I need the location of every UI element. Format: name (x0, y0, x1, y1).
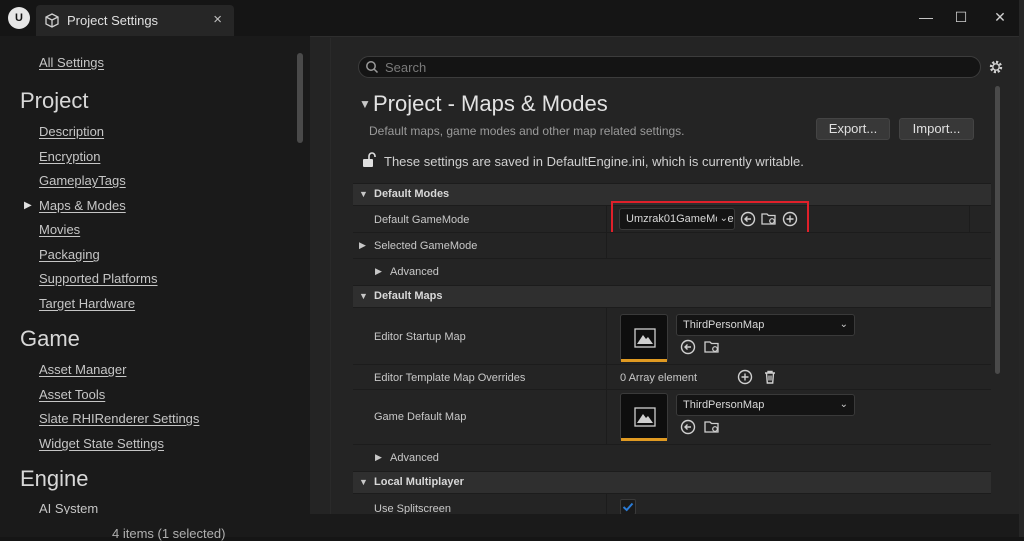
array-count: 0 Array element (620, 372, 698, 384)
property-name: Editor Startup Map (374, 331, 466, 343)
row-advanced-modes[interactable]: ▶ Advanced (353, 258, 991, 284)
category-label: Default Modes (374, 188, 450, 200)
sidebar-section-game: Game (20, 326, 80, 351)
sidebar-item-target-hardware[interactable]: Target Hardware (39, 296, 135, 311)
add-element-icon[interactable] (737, 369, 753, 385)
column-divider (606, 390, 607, 444)
map-thumbnail[interactable] (620, 314, 668, 362)
sidebar-item-gameplaytags[interactable]: GameplayTags (39, 173, 126, 188)
category-label: Default Maps (374, 290, 443, 302)
collapse-caret-icon[interactable]: ▼ (359, 97, 371, 111)
sidebar-item-maps-modes[interactable]: Maps & Modes (39, 198, 126, 213)
sidebar-item-encryption[interactable]: Encryption (39, 149, 100, 164)
tab-close-icon[interactable]: × (213, 11, 222, 28)
checkmark-icon (622, 502, 634, 512)
minimize-button[interactable]: — (916, 8, 936, 26)
asset-type-bar (621, 438, 667, 441)
settings-sidebar: All Settings Project Description Encrypt… (4, 36, 310, 516)
row-editor-startup-map: Editor Startup Map (353, 307, 991, 364)
column-divider (606, 494, 607, 514)
category-default-maps[interactable]: ▼ Default Maps (353, 285, 991, 307)
asset-type-bar (621, 359, 667, 362)
mountain-icon (634, 328, 656, 348)
use-selected-arrow-icon[interactable] (680, 419, 696, 435)
row-use-splitscreen: Use Splitscreen (353, 493, 991, 515)
sidebar-item-asset-manager[interactable]: Asset Manager (39, 362, 126, 377)
highlight-box (611, 201, 809, 236)
chevron-right-icon: ▶ (375, 452, 382, 462)
sidebar-scrollbar[interactable] (297, 53, 303, 143)
property-name: Selected GameMode (374, 240, 478, 252)
startup-map-value: ThirdPersonMap (683, 319, 765, 331)
export-button[interactable]: Export... (816, 118, 890, 140)
page-title: Project - Maps & Modes (373, 91, 608, 116)
game-default-map-value: ThirdPersonMap (683, 399, 765, 411)
title-bar: U Project Settings × — ☐ ✕ (0, 0, 1024, 36)
search-icon (366, 61, 379, 74)
row-game-default-map: Game Default Map (353, 389, 991, 444)
mountain-icon (634, 407, 656, 427)
column-divider (606, 365, 607, 389)
chevron-down-icon: ▼ (359, 477, 368, 487)
map-thumbnail[interactable] (620, 393, 668, 441)
use-selected-arrow-icon[interactable] (680, 339, 696, 355)
sidebar-item-description[interactable]: Description (39, 124, 104, 139)
startup-map-dropdown[interactable]: ThirdPersonMap ⌄ (676, 314, 855, 336)
unlocked-lock-icon (363, 152, 376, 167)
gear-icon[interactable] (987, 58, 1005, 76)
project-settings-window: U Project Settings × — ☐ ✕ All Settings … (0, 0, 1024, 541)
sidebar-item-movies[interactable]: Movies (39, 222, 80, 237)
column-divider (969, 206, 970, 232)
chevron-down-icon: ⌄ (839, 399, 848, 410)
unreal-logo-icon: U (8, 7, 30, 29)
splitter[interactable] (330, 38, 331, 514)
browse-folder-icon[interactable] (704, 419, 720, 435)
trash-icon[interactable] (762, 369, 778, 385)
window-edge (1019, 0, 1024, 537)
chevron-right-icon: ▶ (359, 240, 366, 250)
page-subtitle: Default maps, game modes and other map r… (369, 124, 685, 138)
column-divider (606, 233, 607, 258)
game-default-map-dropdown[interactable]: ThirdPersonMap ⌄ (676, 394, 855, 416)
details-scrollbar[interactable] (995, 86, 1000, 374)
status-text: 4 items (1 selected) (112, 526, 226, 541)
sidebar-item-supported-platforms[interactable]: Supported Platforms (39, 271, 158, 286)
close-window-button[interactable]: ✕ (990, 8, 1010, 26)
row-advanced-maps[interactable]: ▶ Advanced (353, 444, 991, 470)
tab-project-settings[interactable]: Project Settings × (36, 5, 234, 36)
selected-arrow-icon: ▶ (24, 200, 32, 211)
column-divider (606, 308, 607, 364)
chevron-down-icon: ⌄ (839, 319, 848, 330)
config-file-note: These settings are saved in DefaultEngin… (384, 154, 804, 169)
category-label: Local Multiplayer (374, 476, 464, 488)
import-button[interactable]: Import... (899, 118, 974, 140)
sidebar-all-settings[interactable]: All Settings (39, 55, 104, 70)
chevron-down-icon: ▼ (359, 189, 368, 199)
search-input[interactable] (385, 59, 965, 75)
sidebar-item-packaging[interactable]: Packaging (39, 247, 100, 262)
sidebar-section-engine: Engine (20, 466, 89, 491)
row-selected-gamemode[interactable]: ▶ Selected GameMode (353, 232, 991, 258)
search-box[interactable] (358, 56, 981, 78)
splitscreen-checkbox[interactable] (620, 499, 636, 515)
maximize-button[interactable]: ☐ (951, 8, 971, 26)
sidebar-item-slate-rhirenderer[interactable]: Slate RHIRenderer Settings (39, 411, 199, 426)
chevron-down-icon: ▼ (359, 291, 368, 301)
sidebar-section-project: Project (20, 88, 89, 113)
browse-folder-icon[interactable] (704, 339, 720, 355)
row-editor-template-overrides: Editor Template Map Overrides 0 Array el… (353, 364, 991, 389)
tab-title: Project Settings (67, 13, 159, 28)
chevron-right-icon: ▶ (375, 266, 382, 276)
property-name: Default GameMode (374, 214, 470, 226)
settings-cubes-icon (45, 13, 59, 28)
property-name: Game Default Map (374, 411, 467, 423)
sidebar-item-widget-state[interactable]: Widget State Settings (39, 436, 164, 451)
column-divider (606, 206, 607, 232)
sidebar-item-asset-tools[interactable]: Asset Tools (39, 387, 105, 402)
property-name: Advanced (390, 452, 439, 464)
category-local-multiplayer[interactable]: ▼ Local Multiplayer (353, 471, 991, 493)
property-name: Advanced (390, 266, 439, 278)
property-name: Editor Template Map Overrides (374, 372, 526, 384)
